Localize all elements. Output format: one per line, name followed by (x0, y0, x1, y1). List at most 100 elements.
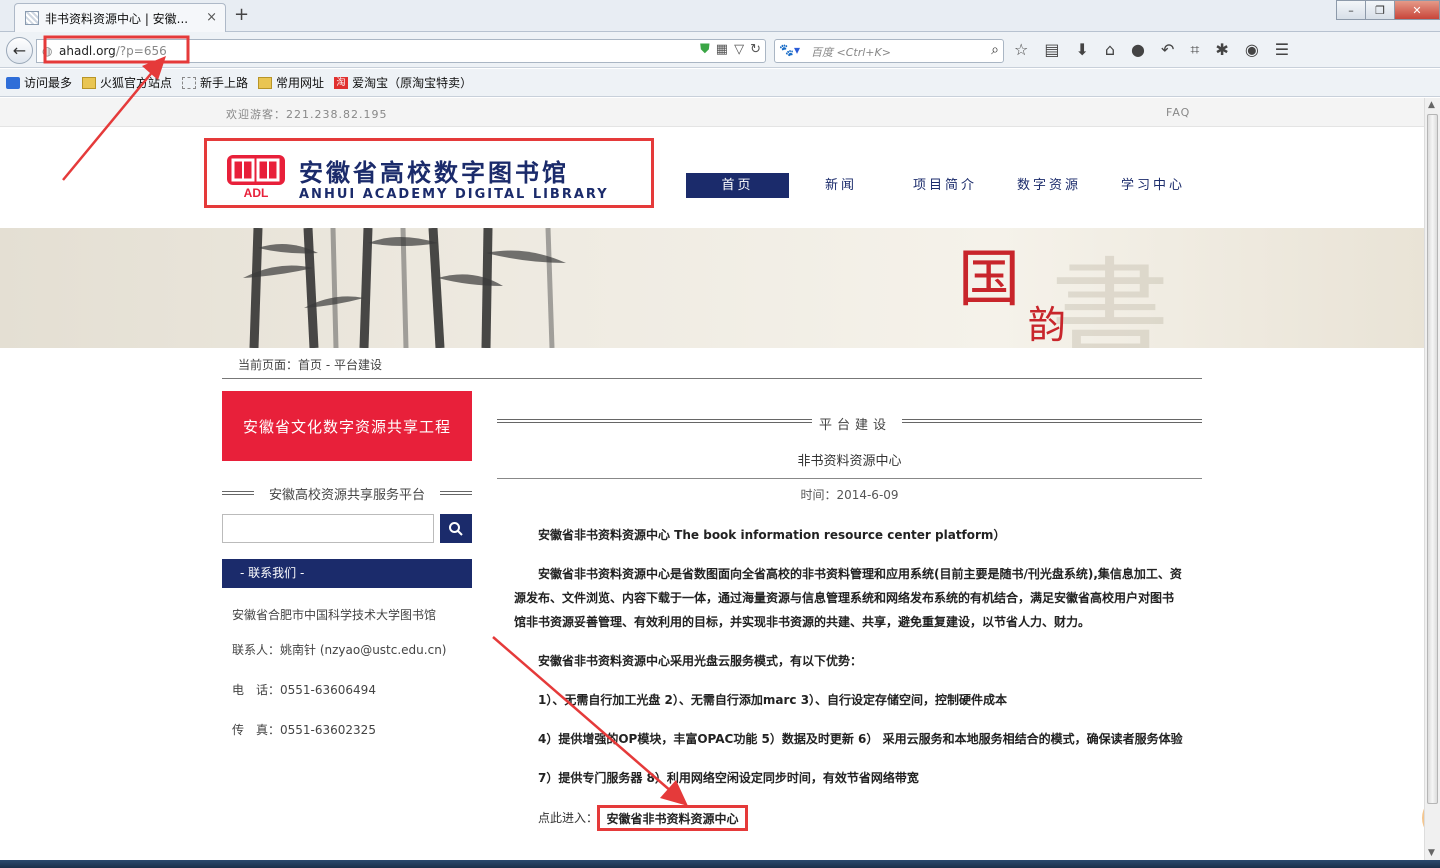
globe-menu-icon[interactable]: ◉ (1245, 40, 1259, 60)
divider (497, 419, 812, 423)
banner-decoration: 書 (1050, 247, 1170, 348)
article-paragraph: 安徽省非书资料资源中心 The book information resourc… (538, 528, 1006, 542)
nav-project-intro[interactable]: 项目简介 (893, 173, 997, 198)
resource-center-link[interactable]: 安徽省非书资料资源中心 (597, 805, 748, 831)
nav-news[interactable]: 新闻 (789, 173, 893, 198)
nav-home[interactable]: 首页 (686, 173, 789, 198)
reload-icon[interactable]: ↻ (750, 42, 761, 57)
paw-engine-icon[interactable]: 🐾▾ (779, 43, 800, 57)
crop-icon[interactable]: ⌗ (1190, 40, 1199, 60)
favicon-icon (25, 11, 39, 25)
article-paragraph: 7）提供专门服务器 8）利用网络空闲设定同步时间，有效节省网络带宽 (538, 771, 919, 785)
new-tab-button[interactable]: + (234, 4, 249, 25)
tab-title: 非书资料资源中心 | 安徽... (45, 11, 189, 26)
logo-english-name: ANHUI ACADEMY DIGITAL LIBRARY (299, 187, 609, 202)
site-top-bar: 欢迎游客：221.238.82.195 FAQ (0, 98, 1424, 127)
close-window-icon[interactable]: ✕ (1394, 0, 1440, 20)
toolbar-icons: ☆ ▤ ⬇ ⌂ ● ↶ ⌗ ✱ ◉ ☰ (1014, 40, 1289, 60)
home-icon[interactable]: ⌂ (1105, 40, 1115, 60)
article-date: 时间：2014-6-09 (800, 488, 899, 502)
bookmark-taobao[interactable]: 淘爱淘宝（原淘宝特卖） (334, 74, 472, 91)
platform-title: 安徽高校资源共享服务平台 (222, 484, 472, 503)
search-bar[interactable]: 🐾▾ 百度 <Ctrl+K> ⌕ (774, 39, 1004, 63)
bookmark-getting-started[interactable]: 新手上路 (182, 74, 248, 91)
bamboo-painting (243, 228, 566, 348)
scroll-down-icon[interactable]: ▼ (1428, 848, 1435, 858)
taobao-icon: 淘 (334, 76, 349, 89)
window-controls: – ❐ ✕ (1336, 0, 1440, 20)
section-title: 平台建设 (497, 414, 1202, 433)
welcome-text: 欢迎游客：221.238.82.195 (226, 108, 388, 121)
bookmark-label: 火狐官方站点 (100, 76, 173, 90)
bookmark-firefox-sites[interactable]: 火狐官方站点 (82, 74, 172, 91)
platform-title-text: 安徽高校资源共享服务平台 (268, 488, 425, 503)
bookmark-common-urls[interactable]: 常用网址 (258, 74, 324, 91)
main-nav: 首页 新闻 项目简介 数字资源 学习中心 (686, 173, 1205, 198)
divider (222, 378, 1202, 379)
taskbar (0, 860, 1440, 868)
site-logo[interactable]: ADL 安徽省高校数字图书馆 ANHUI ACADEMY DIGITAL LIB… (204, 138, 654, 208)
minimize-icon[interactable]: – (1336, 0, 1366, 20)
entry-label: 点此进入： (538, 811, 599, 825)
search-icon[interactable]: ⌕ (991, 42, 999, 58)
shield-icon[interactable]: ⛊ (700, 42, 710, 57)
contact-person: 联系人：姚南针 (nzyao@ustc.edu.cn) (232, 643, 447, 657)
qr-code-icon[interactable]: ▦ (716, 42, 728, 57)
svg-text:ADL: ADL (244, 186, 269, 199)
page-icon (182, 76, 197, 89)
banner-char-guo: 国 (958, 242, 1021, 315)
download-icon[interactable]: ⬇ (1075, 40, 1088, 60)
divider (222, 491, 254, 495)
tab-bar: 非书资料资源中心 | 安徽... × + – ❐ ✕ (0, 0, 1440, 32)
page-scrollbar[interactable]: ▲ ▼ (1424, 98, 1440, 860)
dropdown-arrow-icon[interactable]: ▽ (734, 42, 744, 57)
bookmark-most-visited[interactable]: 访问最多 (6, 74, 72, 91)
bookmark-label: 访问最多 (24, 76, 73, 90)
back-arrow-icon: ← (12, 41, 27, 60)
active-tab[interactable]: 非书资料资源中心 | 安徽... × (14, 3, 226, 32)
back-button[interactable]: ← (6, 37, 33, 64)
contact-address: 安徽省合肥市中国科学技术大学图书馆 (232, 608, 437, 622)
web-page: 欢迎游客：221.238.82.195 FAQ ADL 安徽省高校数字图书馆 A… (0, 98, 1424, 860)
folder-icon (258, 76, 273, 89)
article-paragraph: 安徽省非书资料资源中心采用光盘云服务模式，有以下优势： (538, 654, 863, 668)
scrollbar-thumb[interactable] (1427, 114, 1438, 804)
url-domain: ahadl.org (59, 44, 116, 58)
faq-link[interactable]: FAQ (1166, 106, 1190, 119)
logo-chinese-name: 安徽省高校数字图书馆 (299, 159, 569, 187)
close-tab-icon[interactable]: × (206, 10, 217, 25)
reading-list-icon[interactable]: ▤ (1044, 40, 1059, 60)
banner-char-yun: 韵 (1028, 303, 1067, 347)
url-path: /?p=656 (115, 44, 167, 58)
article-paragraph: 4）提供增强的OP模块，丰富OPAC功能 5）数据及时更新 6） 采用云服务和本… (538, 732, 1183, 746)
nav-digital-resources[interactable]: 数字资源 (997, 173, 1101, 198)
globe-icon: ◍ (42, 44, 53, 58)
site-search-input[interactable] (222, 514, 434, 543)
maximize-icon[interactable]: ❐ (1365, 0, 1395, 20)
bookmark-label: 爱淘宝（原淘宝特卖） (352, 76, 473, 90)
bookmark-label: 新手上路 (200, 76, 249, 90)
chat-icon[interactable]: ● (1131, 40, 1145, 60)
url-text[interactable]: ahadl.org/?p=656 (59, 44, 167, 58)
site-search-button[interactable] (440, 514, 472, 543)
navigation-toolbar: ← ◍ ahadl.org/?p=656 ⛊ ▦ ▽ ↻ 🐾▾ 百度 <Ctrl… (0, 32, 1440, 68)
folder-icon (82, 76, 97, 89)
nav-learning-center[interactable]: 学习中心 (1101, 173, 1205, 198)
scroll-up-icon[interactable]: ▲ (1428, 100, 1435, 110)
divider (440, 491, 472, 495)
url-icons: ⛊ ▦ ▽ ↻ (700, 42, 761, 57)
contact-phone: 电 话：0551-63606494 (232, 683, 376, 697)
divider (497, 478, 1202, 479)
culture-project-button[interactable]: 安徽省文化数字资源共享工程 (222, 391, 472, 461)
section-title-text: 平台建设 (819, 418, 892, 433)
address-bar[interactable]: ◍ ahadl.org/?p=656 ⛊ ▦ ▽ ↻ (36, 39, 766, 63)
bookmark-label: 常用网址 (276, 76, 325, 90)
star-bookmark-icon[interactable]: ☆ (1014, 40, 1028, 60)
article-title: 非书资料资源中心 (797, 454, 902, 469)
breadcrumb: 当前页面：首页 - 平台建设 (238, 358, 382, 372)
contact-header: - 联系我们 - (222, 559, 472, 588)
divider (902, 419, 1202, 423)
bug-icon[interactable]: ✱ (1215, 40, 1228, 60)
undo-icon[interactable]: ↶ (1161, 40, 1174, 60)
menu-icon[interactable]: ☰ (1275, 40, 1289, 60)
